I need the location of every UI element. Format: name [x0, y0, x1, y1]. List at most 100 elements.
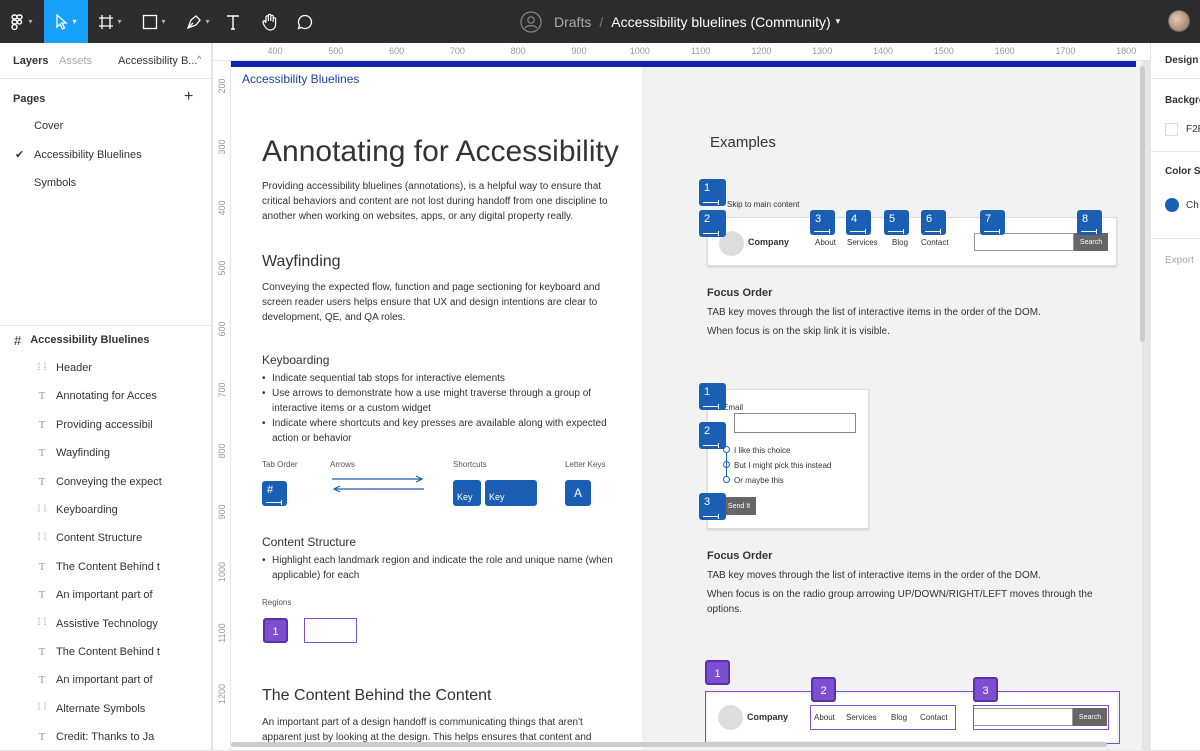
layer-item[interactable]: T Conveying the expect	[0, 468, 212, 496]
page-item-accessibility-bluelines[interactable]: Accessibility Bluelines	[34, 149, 142, 161]
panel-divider	[1151, 238, 1200, 239]
search-button: Search	[1074, 233, 1108, 251]
content-behind-text: An important part of a design handoff is…	[262, 717, 592, 743]
layer-item[interactable]: T Providing accessibil	[0, 411, 212, 439]
background-label: Background	[1165, 95, 1200, 106]
shape-tool-icon[interactable]: ▾	[132, 0, 176, 43]
ruler-tick-label: 400	[267, 46, 283, 56]
layer-label: Providing accessibil	[56, 418, 153, 431]
ruler-tick-label: 800	[217, 443, 227, 459]
region-number-chip: 3	[973, 677, 998, 702]
page-item-symbols[interactable]: Symbols	[34, 177, 76, 189]
ruler-tick-label: 1500	[933, 46, 954, 56]
vertical-scrollbar[interactable]	[1140, 66, 1145, 342]
layer-frame-accessibility-bluelines[interactable]: # Accessibility Bluelines	[0, 326, 212, 354]
ruler-tick-label: 900	[571, 46, 587, 56]
figma-menu-icon[interactable]: ▾	[0, 0, 44, 43]
tab-number: 4	[851, 213, 858, 225]
layer-item[interactable]: ⁞⁞ Alternate Symbols	[0, 695, 212, 723]
component-group-icon: ⁞⁞	[36, 362, 49, 374]
check-icon: ✔	[15, 149, 25, 161]
layer-item[interactable]: T The Content Behind t	[0, 638, 212, 666]
ruler-left: 200 300 400 500 600 700 800 900 1000 1100 1200	[213, 61, 231, 750]
document-title[interactable]: Drafts / Accessibility bluelines (Commun…	[520, 0, 840, 43]
keyboarding-heading: Keyboarding	[262, 353, 330, 367]
user-avatar[interactable]	[1168, 10, 1190, 32]
background-value[interactable]: F2F2F2	[1186, 124, 1200, 135]
examples-heading: Examples	[710, 134, 776, 151]
text-tool-icon[interactable]	[220, 0, 246, 43]
ruler-tick-label: 400	[217, 200, 227, 216]
artboard[interactable]: Accessibility Bluelines Annotating for A…	[231, 61, 1142, 750]
comment-tool-icon[interactable]	[290, 0, 320, 43]
layer-item[interactable]: T An important part of	[0, 666, 212, 694]
layer-label: Accessibility Bluelines	[30, 334, 150, 346]
layer-label: Annotating for Acces	[56, 390, 157, 403]
radio-label: But I might pick this instead	[734, 461, 832, 470]
canvas[interactable]: Accessibility Bluelines Annotating for A…	[231, 61, 1150, 750]
ruler-tick-label: 900	[217, 504, 227, 520]
keyboarding-list: Indicate sequential tab stops for intera…	[262, 371, 622, 446]
nav-services: Services	[847, 238, 878, 247]
panel-tabs: Layers Assets Accessibility B... ^	[0, 43, 211, 79]
skip-link: Skip to main content	[727, 200, 800, 209]
layer-item[interactable]: ⁞⁞ Header	[0, 354, 212, 382]
frame-tool-icon[interactable]: ▾	[88, 0, 132, 43]
legend-tab-order-label: Tab Order	[262, 460, 298, 469]
ruler-tick-label: 500	[217, 260, 227, 276]
chevron-down-icon[interactable]: ▾	[836, 16, 841, 27]
layer-item[interactable]: ⁞⁞ Keyboarding	[0, 496, 212, 524]
move-tool-icon[interactable]: ▾	[44, 0, 88, 43]
tab-assets[interactable]: Assets	[59, 55, 92, 67]
layer-item[interactable]: T The Content Behind t	[0, 553, 212, 581]
tab-stop-chip: 4	[846, 210, 871, 235]
layer-item[interactable]: T Credit: Thanks to Ja	[0, 723, 212, 751]
hand-tool-icon[interactable]	[254, 0, 286, 43]
file-title[interactable]: Accessibility bluelines (Community)	[611, 14, 830, 30]
export-label[interactable]: Export	[1165, 255, 1194, 266]
layer-item[interactable]: ⁞⁞ Assistive Technology	[0, 610, 212, 638]
background-swatch[interactable]	[1165, 123, 1178, 136]
color-styles-label: Color Styles	[1165, 166, 1200, 177]
color-style-name[interactable]: Ch	[1186, 200, 1199, 211]
horizontal-scrollbar[interactable]	[231, 742, 1107, 747]
pen-tool-icon[interactable]: ▾	[176, 0, 220, 43]
radio-icon	[723, 476, 730, 483]
ruler-tick-label: 600	[389, 46, 405, 56]
arrows-legend-icon	[332, 475, 424, 493]
tab-number: 3	[815, 213, 822, 225]
pages-header: Pages	[13, 93, 46, 105]
focus-order-text: When focus is on the skip link it is vis…	[707, 326, 890, 337]
page-item-cover[interactable]: Cover	[34, 120, 63, 132]
tab-design[interactable]: Design	[1165, 55, 1198, 66]
layer-label: The Content Behind t	[56, 646, 160, 658]
chevron-up-icon[interactable]: ^	[197, 54, 201, 64]
nav-contact: Contact	[921, 238, 949, 247]
layer-item[interactable]: T Annotating for Acces	[0, 382, 212, 410]
color-style-dot[interactable]	[1165, 198, 1179, 212]
focus-order-heading: Focus Order	[707, 287, 773, 299]
header-bar	[231, 61, 1136, 67]
tab-page-selector[interactable]: Accessibility B...	[118, 55, 197, 67]
tab-number: 6	[926, 213, 933, 225]
add-page-icon[interactable]: +	[184, 88, 193, 106]
layers-panel: Layers Assets Accessibility B... ^ Pages…	[0, 43, 212, 750]
tab-number: 3	[704, 496, 711, 508]
layer-item[interactable]: T An important part of	[0, 581, 212, 609]
legend-letter-keys-label: Letter Keys	[565, 460, 606, 469]
email-field	[734, 413, 856, 433]
layer-label: Content Structure	[56, 532, 143, 545]
toolbar: ▾ ▾ ▾ ▾ ▾ Drafts / Accessibility bluelin…	[0, 0, 1200, 43]
focus-order-heading: Focus Order	[707, 550, 773, 562]
focus-order-text: TAB key moves through the list of intera…	[707, 307, 1041, 318]
tab-layers[interactable]: Layers	[13, 55, 48, 67]
layer-item[interactable]: T Wayfinding	[0, 439, 212, 467]
send-button: Send It	[722, 497, 756, 515]
panel-divider	[1151, 78, 1200, 79]
ruler-tick-label: 300	[217, 139, 227, 155]
layer-item[interactable]: ⁞⁞ Content Structure	[0, 524, 212, 552]
legend-shortcuts-label: Shortcuts	[453, 460, 487, 469]
list-item: Indicate where shortcuts and key presses…	[262, 416, 622, 446]
breadcrumb-parent[interactable]: Drafts	[554, 14, 591, 30]
layer-label: Assistive Technology	[56, 617, 158, 630]
